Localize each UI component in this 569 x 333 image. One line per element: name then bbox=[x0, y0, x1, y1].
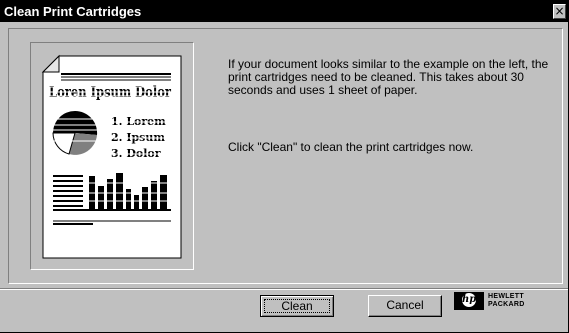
hp-wordmark: HEWLETT PACKARD bbox=[488, 293, 525, 309]
paper-dog-ear bbox=[41, 54, 60, 73]
cancel-button-label: Cancel bbox=[386, 298, 424, 312]
example-illustration-frame: Loren Ipsum Dolor 1. Lorem 2. Ipsum 3. D… bbox=[30, 42, 194, 270]
hewlett-packard-logo: hp HEWLETT PACKARD bbox=[454, 291, 534, 311]
illustration-text-lines bbox=[53, 175, 83, 207]
footer-divider-highlight bbox=[0, 289, 568, 290]
close-button[interactable]: × bbox=[553, 4, 566, 19]
illustration-pie bbox=[52, 110, 98, 155]
smudged-page-illustration: Loren Ipsum Dolor 1. Lorem 2. Ipsum 3. D… bbox=[41, 54, 182, 259]
hp-wordmark-line1: HEWLETT bbox=[488, 293, 524, 300]
title-bar[interactable]: Clean Print Cartridges × bbox=[0, 0, 568, 22]
clean-cartridges-dialog: Clean Print Cartridges × Loren Ipsum Dol… bbox=[0, 0, 569, 333]
clean-button[interactable]: Clean bbox=[260, 295, 334, 317]
clean-prompt-text: Click "Clean" to clean the print cartrid… bbox=[228, 140, 474, 154]
instruction-text: If your document looks similar to the ex… bbox=[228, 57, 549, 97]
window-title: Clean Print Cartridges bbox=[4, 4, 142, 19]
close-icon: × bbox=[554, 4, 565, 18]
cancel-button[interactable]: Cancel bbox=[368, 295, 442, 317]
focus-rectangle: Clean bbox=[264, 299, 330, 313]
hp-wordmark-line2: PACKARD bbox=[488, 301, 525, 308]
content-pane: Loren Ipsum Dolor 1. Lorem 2. Ipsum 3. D… bbox=[8, 28, 563, 284]
clean-button-label: Clean bbox=[281, 299, 313, 313]
hp-badge: hp bbox=[454, 292, 484, 310]
hp-logo-icon: hp bbox=[462, 293, 477, 307]
